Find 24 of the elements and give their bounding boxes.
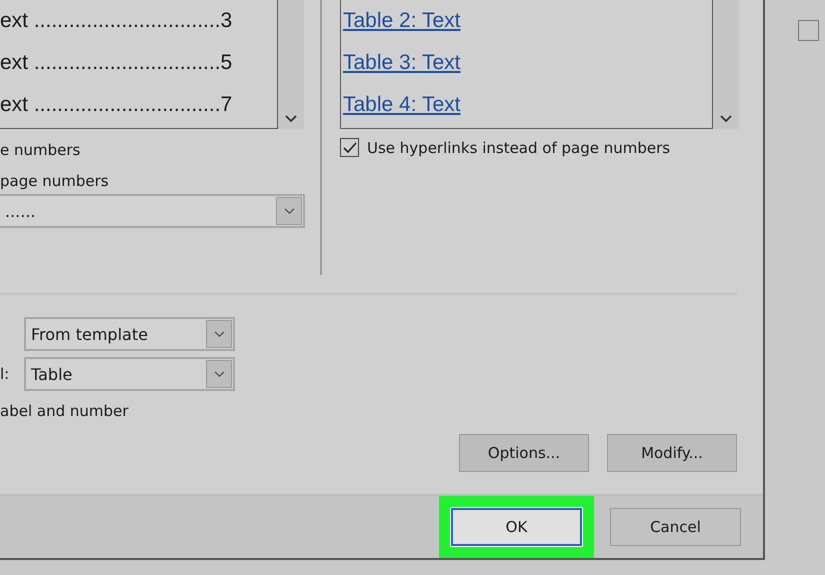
dialog-button[interactable]: Cancel: [610, 508, 741, 546]
square-icon: [798, 20, 819, 41]
checkbox[interactable]: [340, 138, 359, 157]
dialog-button[interactable]: Modify...: [607, 434, 737, 472]
scrollbar[interactable]: [278, 0, 304, 129]
option-label: e numbers: [0, 141, 82, 159]
dialog-button[interactable]: OK: [451, 508, 582, 546]
toc-entry: ext ................................3: [0, 8, 234, 34]
table-link[interactable]: Table 3: Text: [343, 51, 461, 74]
chevron-down-icon[interactable]: [285, 115, 297, 123]
toc-entry: ext ................................7: [0, 92, 234, 118]
table-link[interactable]: Table 4: Text: [343, 93, 461, 116]
scrollbar[interactable]: [713, 0, 739, 129]
chevron-down-icon[interactable]: [720, 115, 732, 123]
option-label: abel and number: [0, 402, 130, 420]
option-label: page numbers: [0, 172, 110, 190]
checkbox-label: Use hyperlinks instead of page numbers: [367, 138, 670, 156]
toc-entry: ext ................................5: [0, 50, 234, 76]
caption-label-label: l:: [0, 365, 10, 383]
tab-leader-dropdown[interactable]: ......: [0, 194, 305, 228]
formats-dropdown[interactable]: From template: [24, 317, 235, 351]
caption-label-dropdown[interactable]: Table: [24, 357, 235, 391]
table-link[interactable]: Table 2: Text: [343, 9, 461, 32]
dialog-button[interactable]: Options...: [459, 434, 589, 472]
